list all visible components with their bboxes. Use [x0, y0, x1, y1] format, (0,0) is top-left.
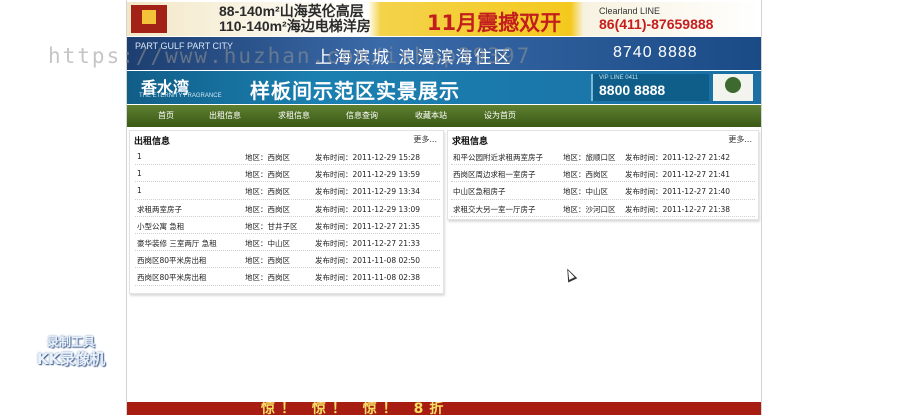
panel-title: 求租信息 [452, 137, 489, 147]
listing-title-link[interactable]: 豪华装修 三室两厅 急租 [137, 238, 217, 249]
listing-date: 发布时间：2011-11-08 02:38 [315, 273, 421, 283]
listing-date: 发布时间：2011-12-27 21:38 [625, 204, 731, 214]
listing-area: 地区：西岗区 [245, 187, 290, 197]
banner-title: 上海滨城 浪漫滨海住区 [315, 48, 513, 68]
listing-title-link[interactable]: 小型公寓 急租 [137, 221, 184, 232]
listing-title-link[interactable]: 中山区急租房子 [453, 186, 506, 197]
nav-home[interactable]: 首页 [158, 110, 174, 121]
banner-title: 样板间示范区实景展示 [250, 79, 460, 103]
listing-area: 地区：西岗区 [245, 256, 290, 266]
listing-title-link[interactable]: 西岗区周边求租一室房子 [453, 169, 536, 180]
nav-wanted-listings[interactable]: 求租信息 [278, 110, 310, 121]
listing-title-link[interactable]: 求租两室房子 [137, 204, 182, 215]
listing-date: 发布时间：2011-12-27 21:33 [315, 238, 421, 248]
listing-title-link[interactable]: 1 [137, 152, 142, 161]
recorder-watermark: 录制工具 KK录像机 [28, 334, 114, 368]
brand-emblem-icon [713, 74, 753, 101]
panel-header: 求租信息 更多... [448, 131, 758, 148]
listing-date: 发布时间：2011-12-29 15:28 [315, 153, 421, 162]
listing-title-link[interactable]: 和平公园附近求租两室房子 [453, 152, 543, 163]
table-row: 西岗区80平米房出租 地区：西岗区 发布时间：2011-11-08 02:38 [135, 268, 440, 286]
listing-title-link[interactable]: 西岗区80平米房出租 [137, 255, 207, 266]
listing-date: 发布时间：2011-11-08 02:50 [315, 256, 421, 266]
bottom-ad-banner[interactable]: 香水湾 THE ETERNITY FRAGRANCE 样板间示范区实景展示 VI… [127, 71, 761, 104]
nav-bookmark[interactable]: 收藏本站 [415, 110, 447, 121]
listing-date: 发布时间：2011-12-27 21:41 [625, 170, 731, 180]
table-row: 求租两室房子 地区：西岗区 发布时间：2011-12-29 13:09 [135, 200, 440, 217]
recorder-name: KK录像机 [36, 350, 106, 368]
listing-title-link[interactable]: 西岗区80平米房出租 [137, 272, 207, 283]
banner-phone: 8800 8888 [599, 82, 666, 98]
listing-date: 发布时间：2011-12-27 21:35 [315, 221, 421, 231]
panel-header: 出租信息 更多... [130, 131, 443, 148]
listing-date: 发布时间：2011-12-27 21:42 [625, 153, 731, 162]
banner-promo-title: 11月震撼双开 [426, 11, 562, 35]
wanted-listings-panel: 求租信息 更多... 和平公园附近求租两室房子 地区：旅顺口区 发布时间：2011-… [447, 130, 759, 220]
top-ad-banner[interactable]: 88-140m²山海英伦高层 110-140m²海边电梯洋房 11月震撼双开 C… [127, 2, 761, 36]
table-row: 西岗区周边求租一室房子 地区：西岗区 发布时间：2011-12-27 21:41 [451, 165, 755, 183]
listing-area: 地区：西岗区 [245, 170, 290, 180]
middle-ad-banner[interactable]: PART GULF PART CITY 上海滨城 浪漫滨海住区 8740 888… [127, 37, 761, 70]
listing-date: 发布时间：2011-12-27 21:40 [625, 187, 731, 197]
rent-listings-panel: 出租信息 更多... 1 地区：西岗区 发布时间：2011-12-29 15:28 … [129, 130, 444, 294]
footer-banner-text: 惊！ 惊！ 惊！ 8折 [261, 402, 450, 415]
listing-area: 地区：旅顺口区 [563, 153, 616, 162]
banner-phone: 8740 8888 [613, 44, 698, 61]
more-link[interactable]: 更多... [728, 134, 752, 145]
banner-phone-box: VIP LINE 0411 8800 8888 [591, 74, 709, 101]
listing-title-link[interactable]: 1 [137, 169, 142, 178]
banner-phone: 86(411)-87659888 [599, 16, 714, 32]
panel-title: 出租信息 [134, 137, 171, 147]
banner-hotline-label: VIP LINE 0411 [599, 75, 639, 81]
table-row: 西岗区80平米房出租 地区：西岗区 发布时间：2011-11-08 02:50 [135, 251, 440, 269]
more-link[interactable]: 更多... [413, 134, 437, 145]
nav-set-homepage[interactable]: 设为首页 [484, 110, 516, 121]
listing-area: 地区：中山区 [245, 238, 290, 248]
developer-logo [131, 5, 167, 33]
listing-title-link[interactable]: 求租交大另一室一厅房子 [453, 204, 536, 215]
table-row: 求租交大另一室一厅房子 地区：沙河口区 发布时间：2011-12-27 21:38 [451, 200, 755, 217]
table-row: 小型公寓 急租 地区：甘井子区 发布时间：2011-12-27 21:35 [135, 217, 440, 234]
listing-date: 发布时间：2011-12-29 13:09 [315, 204, 421, 214]
listing-date: 发布时间：2011-12-29 13:34 [315, 187, 421, 197]
table-row: 1 地区：西岗区 发布时间：2011-12-29 15:28 [135, 148, 440, 166]
banner-tagline: PART GULF PART CITY [135, 41, 234, 51]
listing-area: 地区：西岗区 [245, 204, 290, 214]
page-container: 88-140m²山海英伦高层 110-140m²海边电梯洋房 11月震撼双开 C… [126, 0, 762, 415]
banner-brand: Clearland LINE [599, 6, 661, 16]
listing-title-link[interactable]: 1 [137, 186, 142, 195]
listing-area: 地区：西岗区 [563, 170, 608, 180]
banner-brand-sub: THE ETERNITY FRAGRANCE [139, 93, 222, 99]
table-row: 中山区急租房子 地区：中山区 发布时间：2011-12-27 21:40 [451, 182, 755, 200]
banner-left-text: 88-140m²山海英伦高层 110-140m²海边电梯洋房 [219, 4, 371, 34]
main-nav: 首页 出租信息 求租信息 信息查询 收藏本站 设为首页 [127, 105, 761, 127]
banner-line-1: 88-140m²山海英伦高层 [219, 3, 364, 19]
listing-area: 地区：西岗区 [245, 273, 290, 283]
recorder-label: 录制工具 [46, 335, 95, 349]
table-row: 和平公园附近求租两室房子 地区：旅顺口区 发布时间：2011-12-27 21:42 [451, 148, 755, 166]
listing-area: 地区：西岗区 [245, 153, 290, 162]
listing-area: 地区：甘井子区 [245, 221, 298, 231]
footer-ad-banner[interactable]: 惊！ 惊！ 惊！ 8折 [127, 402, 761, 415]
table-row: 1 地区：西岗区 发布时间：2011-12-29 13:59 [135, 165, 440, 183]
table-row: 1 地区：西岗区 发布时间：2011-12-29 13:34 [135, 182, 440, 200]
listing-area: 地区：沙河口区 [563, 204, 616, 214]
nav-rent-listings[interactable]: 出租信息 [209, 110, 241, 121]
banner-contact: Clearland LINE 86(411)-87659888 [599, 6, 713, 32]
banner-line-2: 110-140m²海边电梯洋房 [219, 18, 371, 34]
listing-date: 发布时间：2011-12-29 13:59 [315, 170, 421, 180]
table-row: 豪华装修 三室两厅 急租 地区：中山区 发布时间：2011-12-27 21:33 [135, 234, 440, 252]
listing-area: 地区：中山区 [563, 187, 608, 197]
nav-search[interactable]: 信息查询 [346, 110, 378, 121]
